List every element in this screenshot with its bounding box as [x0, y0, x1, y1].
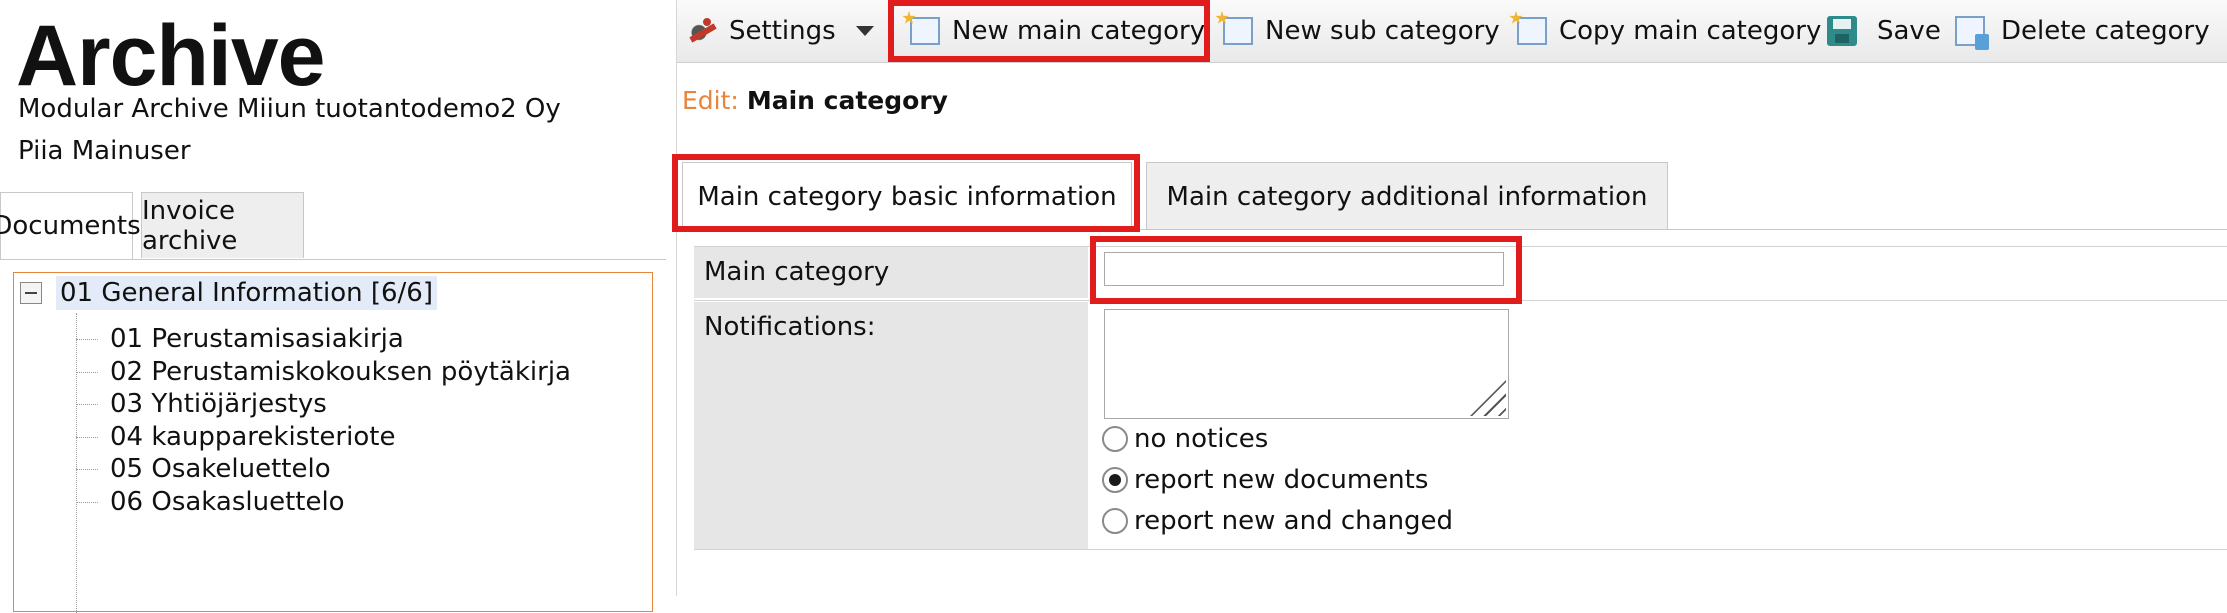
settings-label: Settings: [729, 16, 836, 46]
tree-item-label[interactable]: 01 Perustamisasiakirja: [110, 324, 404, 354]
left-tabs-divider: [0, 259, 666, 260]
radio-label: report new documents: [1134, 465, 1429, 495]
tabs-divider: [677, 229, 2227, 230]
new-main-category-label: New main category: [952, 16, 1206, 46]
new-sub-category-button[interactable]: New sub category: [1217, 0, 1500, 62]
row-border: [694, 246, 2227, 247]
tab-additional-information[interactable]: Main category additional information: [1146, 162, 1668, 230]
edit-heading: Edit: Main category: [682, 86, 948, 115]
main-category-label: Main category: [694, 246, 1088, 298]
edit-prefix: Edit:: [682, 86, 739, 115]
document-tree: 01 General Information [6/6] 01 Perustam…: [13, 272, 653, 613]
copy-main-category-button[interactable]: Copy main category: [1511, 0, 1821, 62]
collapse-icon[interactable]: [20, 282, 42, 304]
delete-category-button[interactable]: Delete category: [1955, 0, 2210, 62]
radio-report-new-and-changed[interactable]: report new and changed: [1102, 504, 1453, 538]
row-border: [694, 300, 2227, 301]
app-title: Archive: [16, 8, 325, 104]
left-tab-bar: Documents Invoice archive: [0, 192, 676, 259]
radio-no-notices[interactable]: no notices: [1102, 422, 1268, 456]
user-name: Piia Mainuser: [18, 136, 191, 166]
toolbar: Settings New main category New sub categ…: [677, 0, 2227, 63]
notifications-label: Notifications:: [694, 302, 1088, 549]
radio-button[interactable]: [1102, 508, 1128, 534]
save-icon: [1827, 16, 1857, 46]
radio-button[interactable]: [1102, 467, 1128, 493]
tree-root[interactable]: 01 General Information [6/6]: [20, 275, 437, 311]
company-name: Modular Archive Miiun tuotantodemo2 Oy: [18, 94, 561, 124]
radio-report-new-documents[interactable]: report new documents: [1102, 463, 1428, 497]
settings-button[interactable]: Settings: [687, 0, 874, 62]
tree-item-label[interactable]: 05 Osakeluettelo: [110, 454, 331, 484]
left-panel: Archive Modular Archive Miiun tuotantode…: [0, 0, 676, 613]
radio-label: no notices: [1134, 424, 1269, 454]
save-button[interactable]: Save: [1827, 0, 1941, 62]
tree-item-label[interactable]: 04 kaupparekisteriote: [110, 422, 395, 452]
new-main-category-button[interactable]: New main category: [904, 0, 1205, 62]
tree-item-label[interactable]: 03 Yhtiöjärjestys: [110, 389, 327, 419]
delete-icon: [1955, 16, 1989, 50]
panel-divider: [676, 0, 677, 596]
save-label: Save: [1877, 16, 1941, 46]
tab-basic-information[interactable]: Main category basic information: [682, 162, 1132, 230]
tree-item-label[interactable]: 02 Perustamiskokouksen pöytäkirja: [110, 357, 571, 387]
notifications-textarea[interactable]: [1104, 309, 1509, 419]
chevron-down-icon[interactable]: [855, 26, 874, 36]
radio-button[interactable]: [1102, 426, 1128, 452]
radio-label: report new and changed: [1134, 506, 1454, 536]
delete-category-label: Delete category: [2001, 16, 2210, 46]
new-sub-category-label: New sub category: [1265, 16, 1500, 46]
tree-item[interactable]: 06 Osakasluettelo: [76, 482, 345, 522]
copy-document-icon: [1517, 17, 1547, 45]
row-border: [694, 549, 2227, 550]
new-document-icon: [1223, 17, 1253, 45]
tab-documents[interactable]: Documents: [0, 192, 141, 259]
tree-root-label[interactable]: 01 General Information [6/6]: [56, 276, 437, 310]
copy-main-category-label: Copy main category: [1559, 16, 1822, 46]
tree-item-label[interactable]: 06 Osakasluettelo: [110, 487, 345, 517]
settings-icon: [687, 16, 717, 46]
tab-invoice-archive[interactable]: Invoice archive: [141, 192, 304, 258]
new-document-icon: [910, 17, 940, 45]
edit-name: Main category: [746, 86, 948, 115]
main-category-input[interactable]: [1104, 252, 1504, 286]
